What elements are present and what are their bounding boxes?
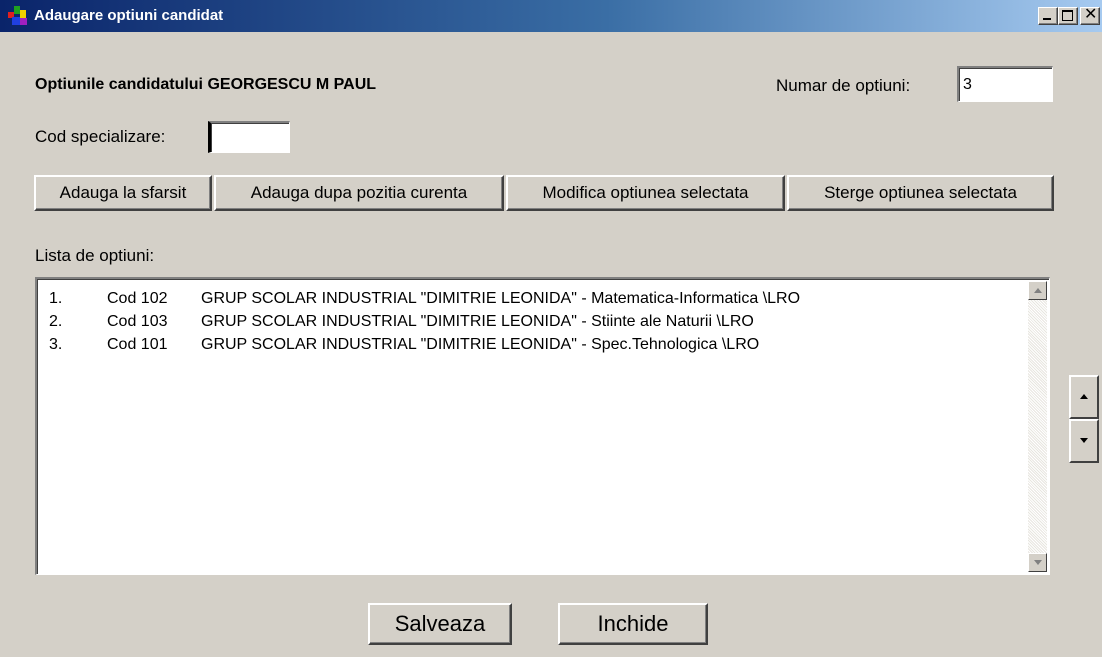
title-bar: Adaugare optiuni candidat ✕ <box>0 0 1102 32</box>
app-icon <box>8 6 27 25</box>
save-button[interactable]: Salveaza <box>368 603 512 645</box>
move-down-button[interactable] <box>1069 419 1099 463</box>
list-item-index: 3. <box>49 336 63 353</box>
scroll-down-icon <box>1034 560 1042 565</box>
code-field[interactable] <box>208 121 290 153</box>
close-button[interactable]: ✕ <box>1080 6 1100 25</box>
list-item-index: 2. <box>49 313 63 330</box>
scroll-up-icon <box>1034 288 1042 293</box>
add-after-button[interactable]: Adauga dupa pozitia curenta <box>214 175 504 211</box>
list-scrollbar[interactable] <box>1028 281 1047 572</box>
close-icon: ✕ <box>1084 6 1098 23</box>
options-count-field[interactable] <box>957 66 1053 102</box>
minimize-button[interactable] <box>1038 7 1058 25</box>
scroll-up-button[interactable] <box>1028 281 1047 300</box>
maximize-button[interactable] <box>1058 7 1078 25</box>
move-up-button[interactable] <box>1069 375 1099 419</box>
add-end-button[interactable]: Adauga la sfarsit <box>34 175 212 211</box>
list-item-code: Cod 103 <box>107 313 168 330</box>
code-label: Cod specializare: <box>35 127 166 146</box>
scroll-down-button[interactable] <box>1028 553 1047 572</box>
modify-option-button[interactable]: Modifica optiunea selectata <box>506 175 785 211</box>
maximize-icon <box>1062 10 1073 21</box>
minimize-icon <box>1043 18 1051 20</box>
options-list[interactable]: 1. Cod 102 GRUP SCOLAR INDUSTRIAL "DIMIT… <box>35 277 1050 575</box>
window-title: Adaugare optiuni candidat <box>34 7 224 24</box>
arrow-up-icon <box>1080 394 1088 399</box>
options-count-label: Numar de optiuni: <box>776 76 911 95</box>
delete-option-button[interactable]: Sterge optiunea selectata <box>787 175 1054 211</box>
list-item-code: Cod 101 <box>107 336 168 353</box>
list-item-description: GRUP SCOLAR INDUSTRIAL "DIMITRIE LEONIDA… <box>201 290 801 307</box>
list-item-code: Cod 102 <box>107 290 168 307</box>
options-list-label: Lista de optiuni: <box>35 246 155 265</box>
close-dialog-button[interactable]: Inchide <box>558 603 708 645</box>
list-item-index: 1. <box>49 290 63 307</box>
list-item-description: GRUP SCOLAR INDUSTRIAL "DIMITRIE LEONIDA… <box>201 313 754 330</box>
list-item-description: GRUP SCOLAR INDUSTRIAL "DIMITRIE LEONIDA… <box>201 336 760 353</box>
candidate-label: Optiunile candidatului GEORGESCU M PAUL <box>35 76 377 93</box>
arrow-down-icon <box>1080 438 1088 443</box>
